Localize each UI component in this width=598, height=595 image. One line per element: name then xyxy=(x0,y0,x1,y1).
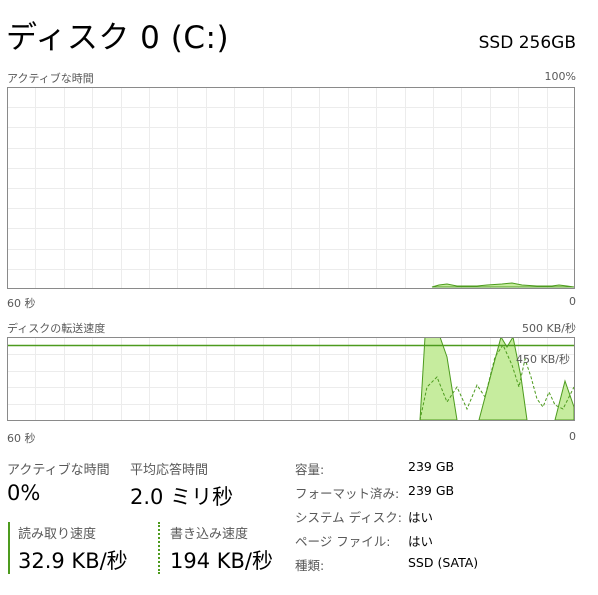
write-speed-legend-bar xyxy=(158,522,160,574)
transfer-graph-duration: 60 秒 xyxy=(7,432,36,445)
disk-model: SSD 256GB xyxy=(478,33,576,53)
avg-response-label: 平均応答時間 xyxy=(130,463,209,478)
active-time-graph-label: アクティブな時間 xyxy=(7,72,94,85)
active-time-series xyxy=(431,282,575,288)
write-speed-value: 194 KB/秒 xyxy=(170,549,274,573)
transfer-graph-label: ディスクの転送速度 xyxy=(7,322,106,335)
read-speed-value: 32.9 KB/秒 xyxy=(18,549,128,573)
property-value: 239 GB xyxy=(408,459,455,474)
property-value: はい xyxy=(408,510,434,525)
active-time-value: 0% xyxy=(7,481,41,505)
property-key: 種類: xyxy=(295,558,325,573)
property-key: 容量: xyxy=(295,462,325,477)
property-key: フォーマット済み: xyxy=(295,486,400,501)
property-value: はい xyxy=(408,534,434,549)
transfer-graph xyxy=(7,337,575,421)
property-key: システム ディスク: xyxy=(295,510,402,525)
active-time-graph-svg xyxy=(7,87,575,289)
property-value: 239 GB xyxy=(408,483,455,498)
transfer-graph-min: 0 xyxy=(569,430,576,443)
disk-title: ディスク 0 (C:) xyxy=(6,20,230,56)
active-time-graph-min: 0 xyxy=(569,295,576,308)
transfer-graph-max: 500 KB/秒 xyxy=(522,322,576,335)
read-series-peak-2 xyxy=(478,337,528,421)
active-time-graph-max: 100% xyxy=(544,70,576,83)
active-time-graph-duration: 60 秒 xyxy=(7,297,36,310)
read-series-peak-3 xyxy=(554,379,575,421)
transfer-graph-svg xyxy=(7,337,575,421)
avg-response-value: 2.0 ミリ秒 xyxy=(130,485,234,509)
write-speed-label: 書き込み速度 xyxy=(170,527,249,542)
read-speed-label: 読み取り速度 xyxy=(18,527,97,542)
property-value: SSD (SATA) xyxy=(408,555,479,570)
active-time-graph xyxy=(7,87,575,289)
active-time-label: アクティブな時間 xyxy=(7,463,110,478)
read-speed-legend-bar xyxy=(8,522,10,574)
transfer-graph-marker: 450 KB/秒 xyxy=(516,353,570,366)
read-series-peak-1 xyxy=(419,337,458,421)
property-key: ページ ファイル: xyxy=(295,534,391,549)
